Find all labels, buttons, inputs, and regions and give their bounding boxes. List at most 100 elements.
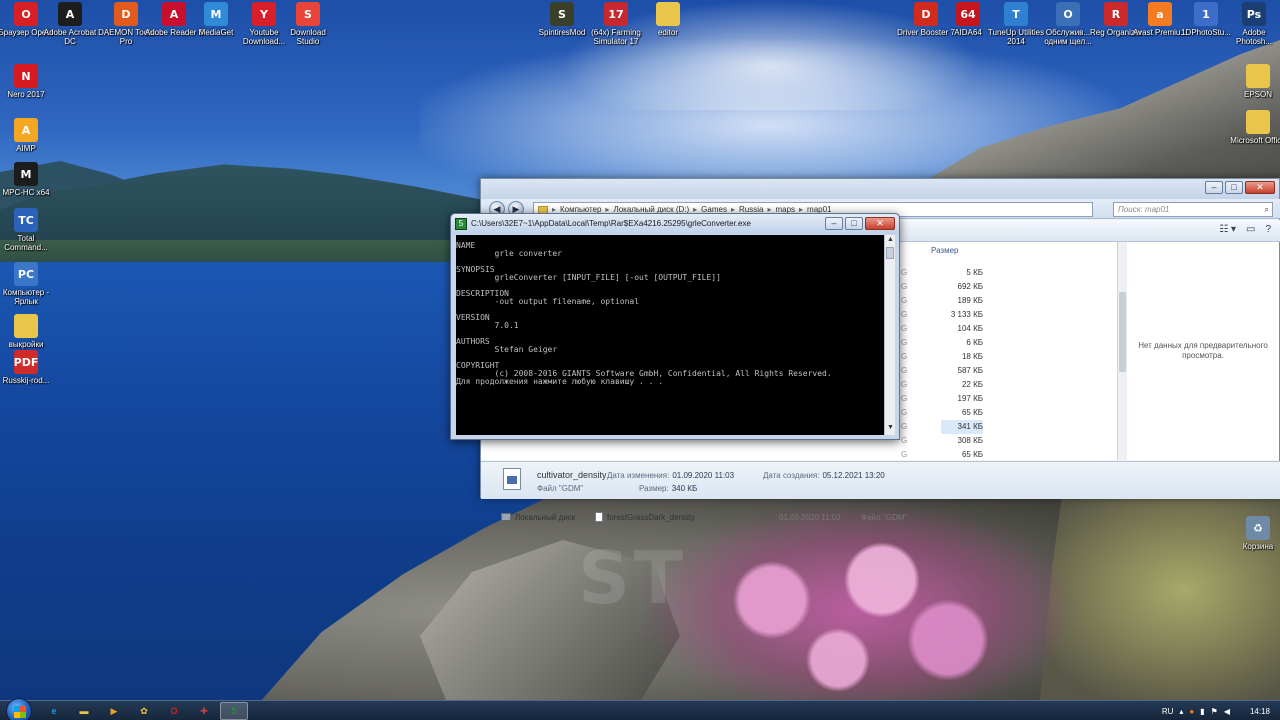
column-header-size[interactable]: Размер <box>931 246 959 255</box>
volume-icon[interactable]: ◀ <box>1224 707 1230 716</box>
search-icon[interactable]: ⌕ <box>1265 203 1269 216</box>
console-scrollbar[interactable]: ▲ ▼ <box>884 235 895 435</box>
file-size-cell[interactable]: 341 КБ <box>941 420 983 434</box>
list-item[interactable]: Локальный диск forestGrassDark_density 0… <box>501 510 1121 524</box>
file-size-cell[interactable]: 197 КБ <box>941 392 983 406</box>
ms-office-folder-shortcut[interactable]: Microsoft Office <box>1228 110 1280 145</box>
farming-simulator-shortcut[interactable]: 17 (64x) Farming Simulator 17 <box>586 2 646 46</box>
taskbar-explorer-button[interactable]: ▬ <box>70 702 98 720</box>
taskbar-app4-button[interactable]: ✿ <box>130 702 158 720</box>
help-icon[interactable]: ? <box>1265 224 1271 235</box>
nav-drive-label[interactable]: Локальный диск <box>515 513 595 522</box>
console-maximize-button[interactable]: □ <box>845 217 863 230</box>
file-size-cell[interactable]: 308 КБ <box>941 434 983 448</box>
scroll-thumb[interactable] <box>886 247 894 259</box>
file-size-cell[interactable]: 587 КБ <box>941 364 983 378</box>
aida64-icon: 64 <box>956 2 980 26</box>
language-indicator[interactable]: RU <box>1162 707 1174 716</box>
desktop-icon-label: Total Command... <box>4 234 48 252</box>
console-line: grleConverter [INPUT_FILE] [-out [OUTPUT… <box>456 273 721 282</box>
file-size-cell[interactable]: 3 133 КБ <box>941 308 983 322</box>
taskbar-media-button[interactable]: ▶ <box>100 702 128 720</box>
maximize-button[interactable]: □ <box>1225 181 1243 194</box>
console-window[interactable]: 5 C:\Users\32E7~1\AppData\Local\Temp\Rar… <box>450 213 900 440</box>
console-minimize-button[interactable]: – <box>825 217 843 230</box>
file-size-cell[interactable]: 692 КБ <box>941 280 983 294</box>
console-output[interactable]: NAME grle converter SYNOPSIS grleConverte… <box>456 235 884 435</box>
console-line: grle converter <box>456 249 562 258</box>
tray-expand-icon[interactable]: ▴ <box>1179 707 1183 716</box>
file-size-cell[interactable]: 6 КБ <box>941 336 983 350</box>
download-studio-shortcut[interactable]: S Download Studio <box>278 2 338 46</box>
taskbar-app6-button[interactable]: ✚ <box>190 702 218 720</box>
taskbar-ie-button[interactable]: e <box>40 702 68 720</box>
file-list-scrollbar[interactable] <box>1117 242 1127 460</box>
truncated-cell: G <box>901 422 908 431</box>
console-line: Stefan Geiger <box>456 345 558 354</box>
nav-drive-icon <box>501 513 511 521</box>
taskbar-opera-button[interactable]: O <box>160 702 188 720</box>
tuneup-shortcut[interactable]: T TuneUp Utilities 2014 <box>986 2 1046 46</box>
mpc-hc-shortcut[interactable]: M MPC-HC x64 <box>0 162 56 197</box>
view-options-icon[interactable]: ☷ ▾ <box>1219 224 1236 235</box>
taskbar-opera-icon: O <box>170 706 178 716</box>
search-input[interactable]: Поиск: map01 ⌕ <box>1113 202 1273 217</box>
youtube-download-icon: Y <box>252 2 276 26</box>
editor-folder-shortcut[interactable]: editor <box>638 2 698 37</box>
file-size-cell[interactable]: 22 КБ <box>941 378 983 392</box>
console-line: -out output filename, optional <box>456 297 640 306</box>
scroll-down-icon[interactable]: ▼ <box>886 424 895 434</box>
desktop-icon-label: Microsoft Office <box>1230 136 1280 145</box>
size-info: Размер: 340 КБ <box>639 484 698 493</box>
patterns-folder-shortcut[interactable]: выкройки <box>0 314 56 349</box>
file-size-cell[interactable]: 104 КБ <box>941 322 983 336</box>
console-titlebar[interactable]: 5 C:\Users\32E7~1\AppData\Local\Temp\Rar… <box>451 214 899 234</box>
scroll-up-icon[interactable]: ▲ <box>886 236 895 246</box>
nero-shortcut[interactable]: N Nero 2017 <box>0 64 56 99</box>
truncated-cell: G <box>901 450 908 459</box>
file-size-cell[interactable]: 18 КБ <box>941 350 983 364</box>
taskbar-explorer-icon: ▬ <box>79 706 89 716</box>
desktop-icon-label: (64x) Farming Simulator 17 <box>591 28 641 46</box>
computer-shortcut-shortcut[interactable]: PC Компьютер - Ярлык <box>0 262 56 306</box>
file-name[interactable]: forestGrassDark_density <box>607 513 779 522</box>
download-studio-icon: S <box>296 2 320 26</box>
taskbar-console-button[interactable]: 5 <box>220 702 248 720</box>
file-icon <box>595 512 603 522</box>
desktop-icon-label: SpintiresMod <box>538 28 586 37</box>
close-button[interactable]: ✕ <box>1245 181 1275 194</box>
avast-tray-icon[interactable]: ● <box>1189 707 1194 716</box>
aimp-shortcut[interactable]: A AIMP <box>0 118 56 153</box>
search-placeholder: Поиск: map01 <box>1118 205 1170 214</box>
truncated-cell: G <box>901 282 908 291</box>
preview-pane-icon[interactable]: ▭ <box>1246 224 1255 235</box>
desktop-icon-label: EPSON <box>1243 90 1272 99</box>
file-size-cell[interactable]: 5 КБ <box>941 266 983 280</box>
file-size-cell[interactable]: 65 КБ <box>941 448 983 462</box>
file-size-cell[interactable]: 65 КБ <box>941 406 983 420</box>
console-close-button[interactable]: ✕ <box>865 217 895 230</box>
epson-folder-shortcut[interactable]: EPSON <box>1228 64 1280 99</box>
minimize-button[interactable]: – <box>1205 181 1223 194</box>
flag-icon[interactable]: ⚑ <box>1211 707 1218 716</box>
desktop-icon-label: TuneUp Utilities 2014 <box>987 28 1045 46</box>
truncated-cell: G <box>901 352 908 361</box>
total-commander-shortcut[interactable]: TC Total Command... <box>0 208 56 252</box>
russkij-pdf-shortcut[interactable]: PDF Russkij-rod... <box>0 350 56 385</box>
clock[interactable]: 14:18 <box>1250 707 1270 716</box>
adobe-photoshop-shortcut[interactable]: Ps Adobe Photosh... <box>1224 2 1280 46</box>
file-size-cell[interactable]: 189 КБ <box>941 294 983 308</box>
desktop-icon-label: Adobe Acrobat DC <box>43 28 97 46</box>
spintires-shortcut[interactable]: S SpintiresMod <box>532 2 592 37</box>
1dphotostudio-icon: 1 <box>1194 2 1218 26</box>
modified-info: Дата изменения: 01.09.2020 11:03 <box>607 471 735 480</box>
acrobat-shortcut[interactable]: A Adobe Acrobat DC <box>40 2 100 46</box>
daemon-tools-icon: D <box>114 2 138 26</box>
recycle-bin-shortcut[interactable]: ♻ Корзина <box>1228 516 1280 551</box>
truncated-cell: G <box>901 338 908 347</box>
explorer-titlebar[interactable]: – □ ✕ <box>481 179 1279 199</box>
start-button[interactable] <box>6 698 32 720</box>
network-icon[interactable]: ▮ <box>1200 707 1204 716</box>
